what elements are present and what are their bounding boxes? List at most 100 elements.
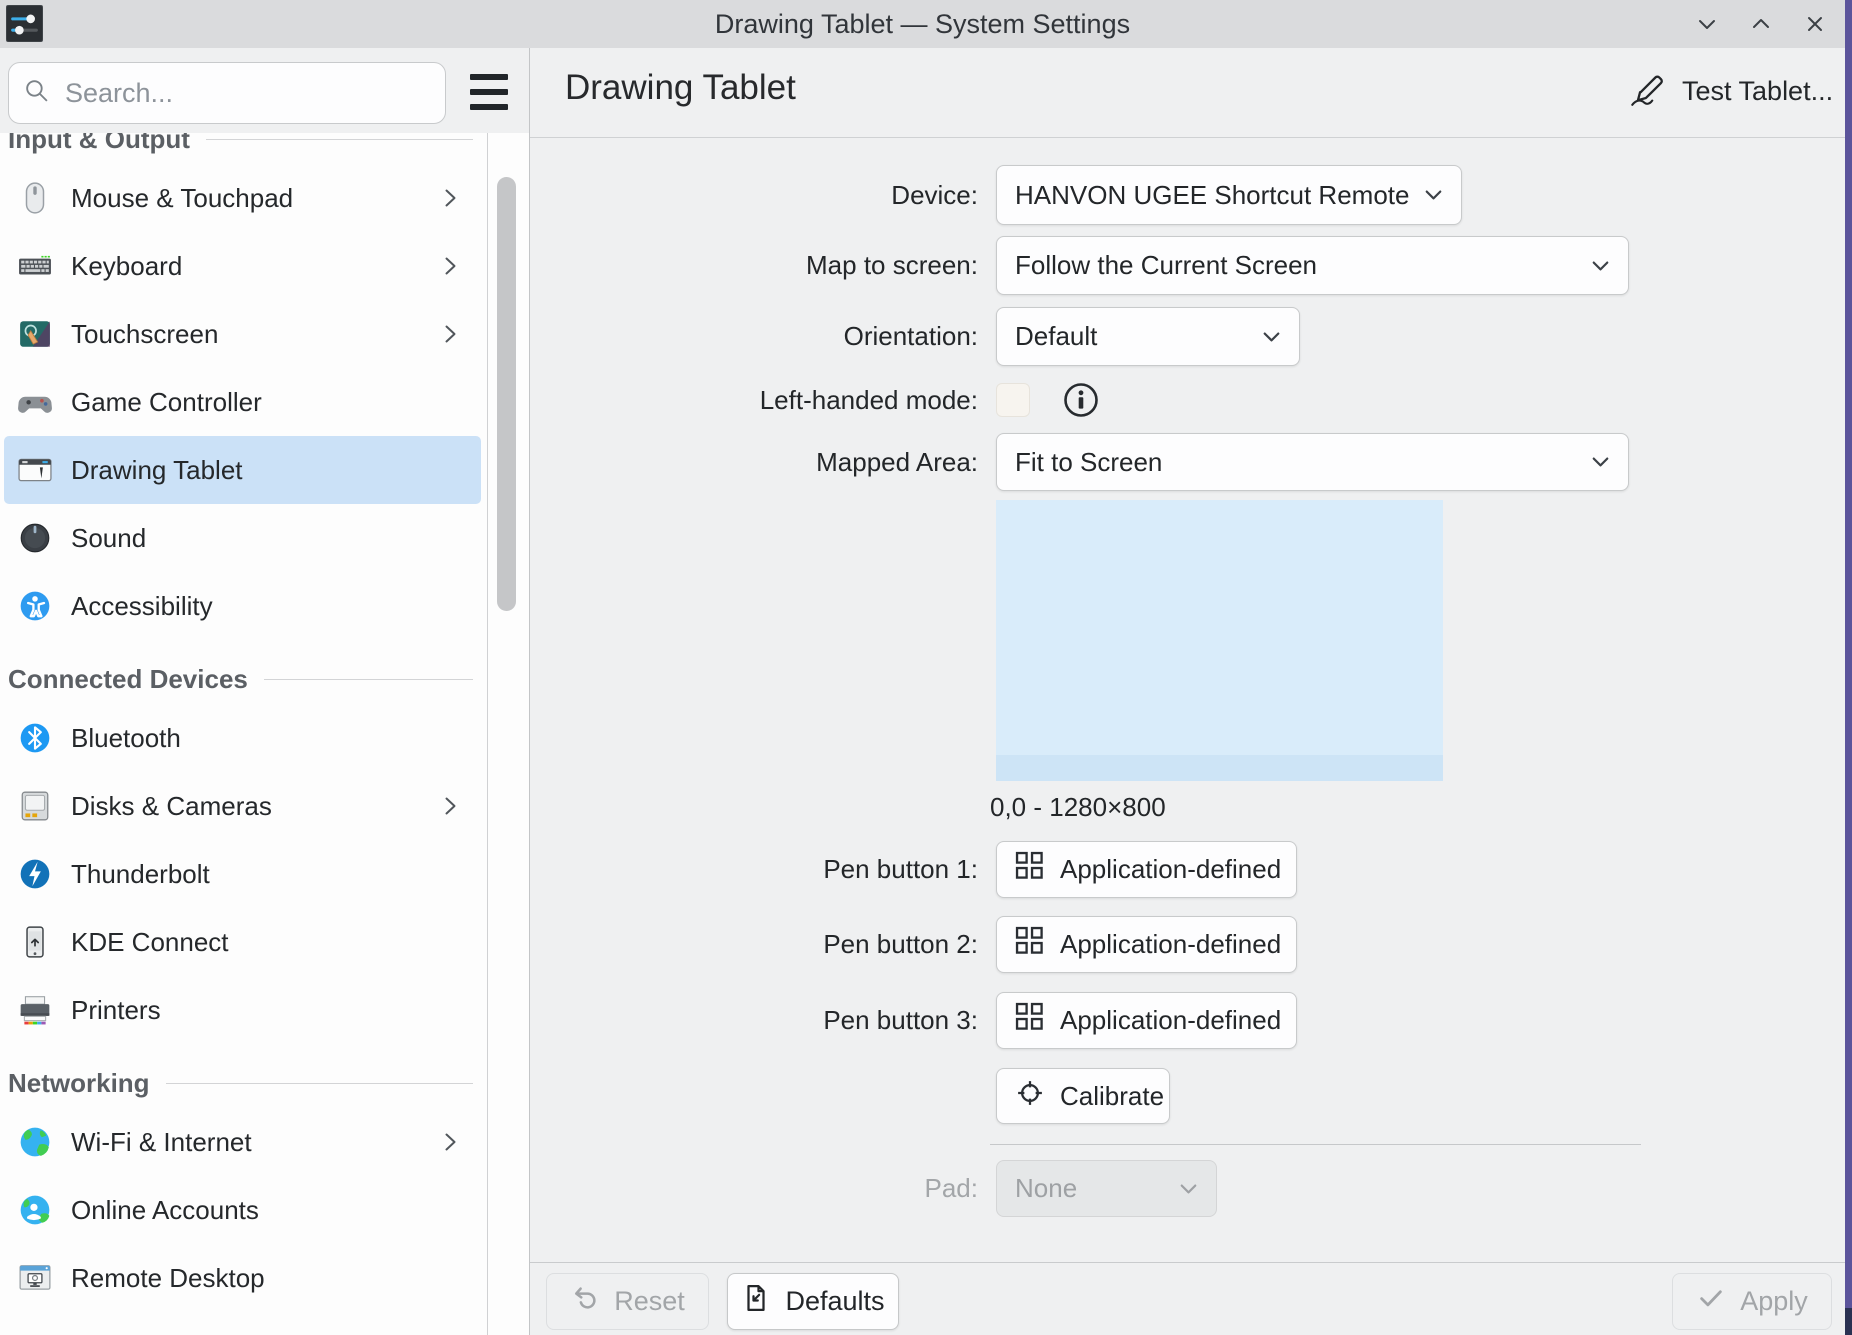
titlebar: Drawing Tablet — System Settings (0, 0, 1845, 48)
test-tablet-label: Test Tablet... (1682, 76, 1833, 107)
grid-icon (1015, 851, 1045, 888)
accessibility-icon (18, 589, 52, 623)
orientation-combobox[interactable]: Default (996, 307, 1300, 366)
sidebar-item-accessibility[interactable]: Accessibility (4, 572, 481, 640)
sidebar-item-label: Remote Desktop (71, 1263, 471, 1294)
chevron-down-icon (1587, 252, 1614, 279)
pen-button-1-label: Pen button 1: (530, 841, 978, 898)
pen-button-2-action[interactable]: Application-defined (996, 916, 1297, 973)
sidebar-item-disks-cameras[interactable]: Disks & Cameras (4, 772, 481, 840)
sidebar-item-label: Printers (71, 995, 471, 1026)
sidebar-item-label: Online Accounts (71, 1195, 471, 1226)
sidebar-item-sound[interactable]: Sound (4, 504, 481, 572)
keyboard-icon (18, 249, 52, 283)
mapped-area-preview-strip (996, 755, 1443, 781)
map-to-screen-value: Follow the Current Screen (1015, 250, 1317, 281)
mapped-area-preview (996, 500, 1443, 781)
sidebar-item-label: Drawing Tablet (71, 455, 471, 486)
sidebar-item-wi-fi-internet[interactable]: Wi-Fi & Internet (4, 1108, 481, 1176)
section-label: Input & Output (8, 133, 190, 155)
sidebar-section-header: Connected Devices (0, 654, 487, 704)
orientation-value: Default (1015, 321, 1097, 352)
chevron-right-icon (437, 321, 463, 347)
sidebar-item-label: Accessibility (71, 591, 471, 622)
calibrate-label: Calibrate (1060, 1081, 1164, 1112)
sidebar-item-bluetooth[interactable]: Bluetooth (4, 704, 481, 772)
sidebar-scrollbar-handle[interactable] (497, 177, 516, 611)
game-controller-icon (18, 385, 52, 419)
pad-label: Pad: (530, 1160, 978, 1217)
system-settings-window: Drawing Tablet — System Settings Drawing… (0, 0, 1852, 1335)
pen-button-3-action[interactable]: Application-defined (996, 992, 1297, 1049)
search-input[interactable] (63, 77, 431, 110)
check-icon (1696, 1283, 1726, 1320)
section-label: Connected Devices (8, 664, 248, 695)
close-button[interactable] (1801, 10, 1829, 38)
grid-icon (1015, 926, 1045, 963)
sidebar: Input & Output Mouse & Touchpad Keyboard To… (0, 133, 488, 1335)
left-handed-checkbox[interactable] (996, 383, 1030, 417)
pen-icon (1626, 67, 1668, 116)
sidebar-item-keyboard[interactable]: Keyboard (4, 232, 481, 300)
mapped-area-label: Mapped Area: (530, 433, 978, 491)
sidebar-item-touchscreen[interactable]: Touchscreen (4, 300, 481, 368)
pad-value: None (1015, 1173, 1077, 1204)
sidebar-item-thunderbolt[interactable]: Thunderbolt (4, 840, 481, 908)
apply-button: Apply (1672, 1273, 1832, 1330)
hamburger-icon (470, 74, 508, 80)
maximize-button[interactable] (1747, 10, 1775, 38)
drawing-tablet-icon (18, 453, 52, 487)
pen-button-2-label: Pen button 2: (530, 916, 978, 973)
sidebar-item-mouse-touchpad[interactable]: Mouse & Touchpad (4, 164, 481, 232)
page-title: Drawing Tablet (565, 68, 796, 108)
sidebar-item-drawing-tablet[interactable]: Drawing Tablet (4, 436, 481, 504)
defaults-button[interactable]: Defaults (727, 1273, 899, 1330)
desktop-edge-strip (1845, 0, 1852, 1335)
sidebar-item-remote-desktop[interactable]: Remote Desktop (4, 1244, 481, 1312)
minimize-button[interactable] (1693, 10, 1721, 38)
calibrate-button[interactable]: Calibrate (996, 1068, 1170, 1124)
sidebar-section-header: Input & Output (0, 133, 487, 164)
printers-icon (18, 993, 52, 1027)
device-combobox[interactable]: HANVON UGEE Shortcut Remote (996, 165, 1462, 225)
sidebar-section-header: Networking (0, 1058, 487, 1108)
sidebar-item-online-accounts[interactable]: Online Accounts (4, 1176, 481, 1244)
pen-button-value: Application-defined (1060, 929, 1281, 960)
mapped-area-combobox[interactable]: Fit to Screen (996, 433, 1629, 491)
left-handed-info-button[interactable] (1060, 379, 1102, 421)
sidebar-scrollbar-track[interactable] (488, 133, 529, 1335)
search-icon (23, 77, 50, 109)
apply-label: Apply (1740, 1286, 1808, 1317)
sidebar-item-game-controller[interactable]: Game Controller (4, 368, 481, 436)
chevron-right-icon (437, 793, 463, 819)
map-to-screen-combobox[interactable]: Follow the Current Screen (996, 236, 1629, 295)
search-box (8, 62, 446, 124)
pen-button-1-action[interactable]: Application-defined (996, 841, 1297, 898)
chevron-right-icon (437, 1129, 463, 1155)
desktop-edge-dark-segment (1845, 1308, 1852, 1335)
test-tablet-button[interactable]: Test Tablet... (1626, 66, 1833, 116)
chevron-down-icon (1587, 449, 1614, 476)
footer-divider (530, 1262, 1845, 1263)
maximize-icon (1747, 10, 1775, 38)
chevron-down-icon (1258, 323, 1285, 350)
sound-icon (18, 521, 52, 555)
sidebar-item-label: Keyboard (71, 251, 437, 282)
menu-button[interactable] (470, 74, 508, 110)
mapped-area-caption: 0,0 - 1280×800 (990, 792, 1166, 823)
sidebar-item-kde-connect[interactable]: KDE Connect (4, 908, 481, 976)
sidebar-item-label: Disks & Cameras (71, 791, 437, 822)
window-controls (1693, 10, 1829, 38)
pen-button-3-label: Pen button 3: (530, 992, 978, 1049)
pad-section-divider (990, 1144, 1641, 1145)
sidebar-item-printers[interactable]: Printers (4, 976, 481, 1044)
sidebar-item-label: Mouse & Touchpad (71, 183, 437, 214)
section-label: Networking (8, 1068, 150, 1099)
chevron-down-icon (1420, 182, 1447, 209)
settings-form: Device: HANVON UGEE Shortcut Remote Map … (530, 137, 1845, 1262)
device-value: HANVON UGEE Shortcut Remote (1015, 180, 1409, 211)
chevron-down-icon (1175, 1175, 1202, 1202)
left-handed-label: Left-handed mode: (530, 380, 978, 420)
window-title: Drawing Tablet — System Settings (0, 0, 1845, 48)
disks-cameras-icon (18, 789, 52, 823)
